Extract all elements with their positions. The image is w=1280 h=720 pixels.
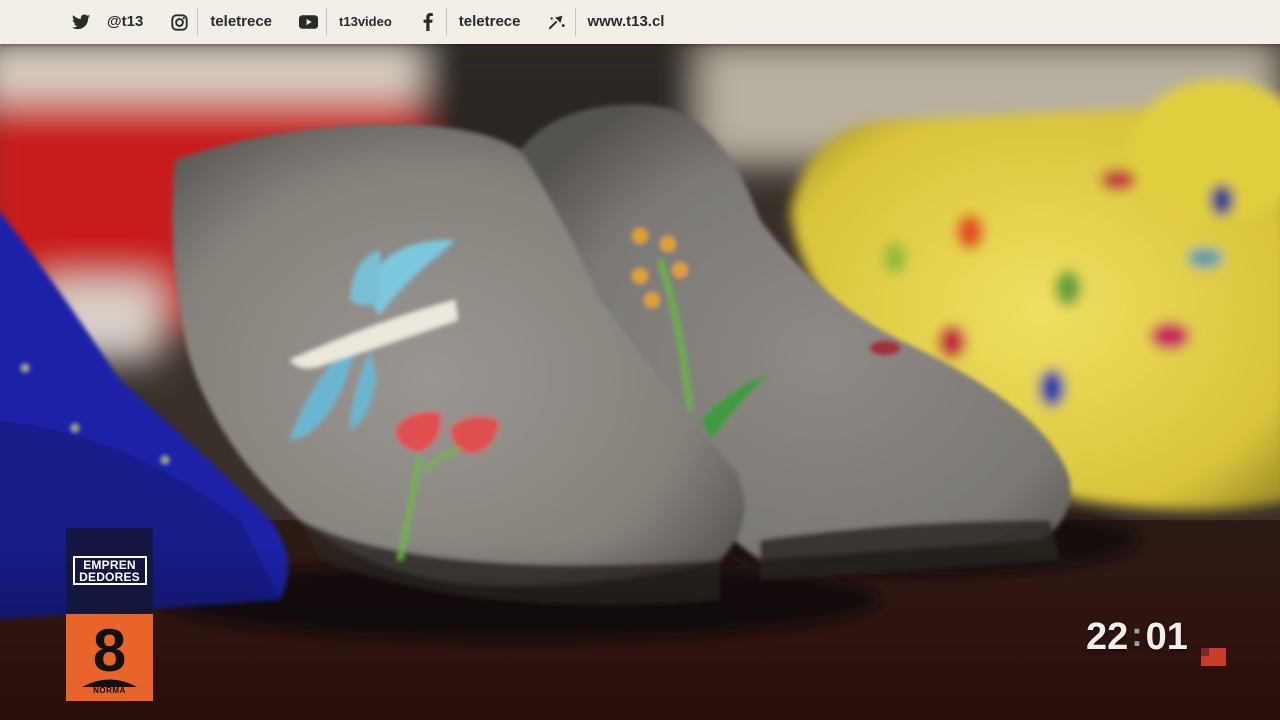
emprendedores-logo: EMPREN DEDORES [72, 556, 147, 585]
video-scene [0, 0, 1280, 720]
youtube-icon [290, 8, 326, 36]
video-frame: @t13 teletrece t13video teletrece www.t1… [0, 0, 1280, 720]
broadcast-clock: 22 : 01 [1086, 614, 1188, 660]
twitter-handle: @t13 [107, 13, 144, 30]
clock-separator: : [1131, 615, 1143, 654]
social-item-facebook[interactable]: teletrece [410, 8, 539, 36]
youtube-handle: t13video [326, 8, 410, 36]
social-media-bar: @t13 teletrece t13video teletrece www.t1… [0, 0, 1280, 44]
twitter-icon [63, 8, 99, 36]
facebook-icon [410, 8, 446, 36]
rating-number: 8 [92, 617, 127, 684]
instagram-handle: teletrece [197, 8, 290, 36]
felt-slippers-image [0, 0, 1280, 720]
program-logo-badge: EMPREN DEDORES [66, 528, 153, 613]
instagram-icon [161, 8, 197, 36]
content-rating-badge: 8 NORMA [66, 614, 153, 701]
clock-hours: 22 [1086, 615, 1129, 658]
social-item-instagram[interactable]: teletrece [161, 8, 290, 36]
website-url: www.t13.cl [574, 8, 683, 36]
live-marker-icon [1201, 648, 1226, 666]
social-item-website[interactable]: www.t13.cl [539, 8, 683, 36]
clock-minutes: 01 [1145, 615, 1188, 658]
facebook-handle: teletrece [445, 8, 539, 36]
program-logo-line2: DEDORES [79, 570, 140, 584]
social-item-twitter[interactable]: @t13 [63, 8, 161, 36]
rating-caption: NORMA [93, 686, 126, 695]
t13-app-icon [539, 8, 575, 36]
social-item-youtube[interactable]: t13video [290, 8, 410, 36]
